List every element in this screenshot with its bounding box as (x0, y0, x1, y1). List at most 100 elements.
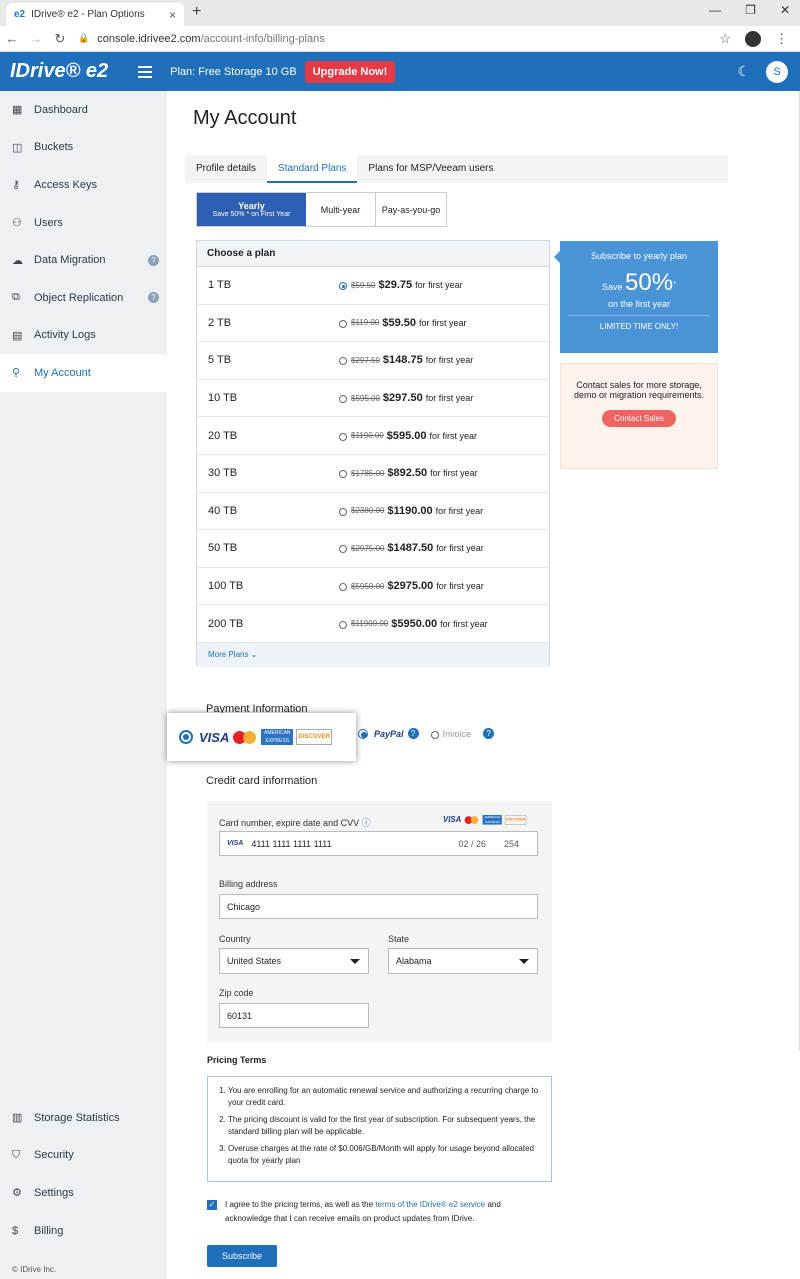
plan-row[interactable]: 50 TB $2975.00 $1487.50 for first year (197, 530, 549, 568)
plan-old-price: $2380.00 (351, 506, 385, 516)
billing-address-label: Billing address (219, 879, 278, 889)
plan-radio[interactable] (339, 357, 347, 366)
plan-row[interactable]: 5 TB $297.50 $148.75 for first year (197, 342, 549, 380)
tab-standard-plans[interactable]: Standard Plans (267, 155, 358, 183)
card-number-field[interactable]: VISA 4111 1111 1111 1111 02 / 26 254 (219, 831, 538, 856)
back-icon[interactable]: ← (0, 31, 24, 46)
new-tab-icon[interactable]: + (192, 3, 201, 21)
plan-radio[interactable] (339, 282, 347, 291)
pricing-term: You are enrolling for an automatic renew… (228, 1085, 541, 1109)
sidebar-item-settings[interactable]: ⚙ Settings (0, 1174, 167, 1212)
sidebar-item-buckets[interactable]: ◫ Buckets (0, 129, 167, 167)
users-icon: ⚇ (12, 217, 22, 230)
subscribe-button[interactable]: Subscribe (207, 1245, 277, 1267)
bookmark-star-icon[interactable]: ☆ (719, 31, 731, 47)
plan-radio[interactable] (339, 319, 347, 328)
plan-radio[interactable] (339, 395, 347, 404)
state-select[interactable]: Alabama (388, 948, 538, 974)
plan-radio[interactable] (339, 583, 347, 592)
invoice-label: Invoice (442, 728, 472, 739)
plan-row[interactable]: 30 TB $1785.00 $892.50 for first year (197, 455, 549, 493)
card-radio-behind[interactable] (358, 728, 368, 739)
main-content: My Account Profile details Standard Plan… (167, 91, 800, 1279)
cvv-value[interactable]: 254 (504, 839, 519, 849)
plan-list: Choose a plan 1 TB $59.50 $29.75 for first … (196, 240, 550, 667)
term-pay-as-you-go[interactable]: Pay-as-you-go (376, 193, 446, 226)
sidebar-item-access-keys[interactable]: ⚷ Access Keys (0, 166, 167, 204)
plan-row[interactable]: 200 TB $11900.00 $5950.00 for first year (197, 605, 549, 643)
billing-address-field[interactable]: Chicago (219, 894, 538, 919)
tab-profile-details[interactable]: Profile details (185, 155, 267, 183)
tab-msp-veeam-plans[interactable]: Plans for MSP/Veeam users (357, 155, 504, 183)
plan-radio[interactable] (339, 507, 347, 516)
upgrade-button[interactable]: Upgrade Now! (304, 60, 396, 83)
sidebar-item-security[interactable]: ⛉ Security (0, 1137, 167, 1175)
plan-row[interactable]: 2 TB $119.00 $59.50 for first year (197, 305, 549, 343)
term-yearly[interactable]: Yearly Save 50% * on First Year (197, 193, 306, 226)
plan-row[interactable]: 40 TB $2380.00 $1190.00 for first year (197, 493, 549, 531)
profile-icon[interactable] (745, 30, 761, 47)
country-select[interactable]: United States (219, 948, 369, 974)
caret-down-icon (519, 959, 529, 964)
plan-row[interactable]: 1 TB $59.50 $29.75 for first year (197, 267, 549, 305)
sidebar-item-label: Dashboard (34, 103, 88, 116)
help-icon[interactable]: ? (148, 254, 159, 266)
help-icon[interactable]: ? (148, 292, 159, 304)
card-payment-option[interactable]: VISA AMERICAN EXPRESS DISCOVER (167, 713, 356, 761)
sidebar-item-billing[interactable]: $ Billing (0, 1212, 167, 1250)
paypal-help-icon[interactable]: ? (407, 728, 419, 739)
sidebar-item-data-migration[interactable]: ☁ Data Migration? (0, 241, 167, 279)
lock-icon: 🔒 (78, 33, 90, 43)
sidebar-item-object-replication[interactable]: ⧉ Object Replication? (0, 279, 167, 317)
sidebar-item-users[interactable]: ⚇ Users (0, 204, 167, 242)
url-host: console.idrivee2.com (97, 32, 201, 45)
sidebar-item-my-account[interactable]: ⚲ My Account (0, 354, 167, 392)
logo[interactable]: IDrive® e2 (10, 60, 108, 83)
contact-sales-button[interactable]: Contact Sales (602, 410, 676, 427)
minimize-icon[interactable]: — (709, 3, 721, 17)
term-multi-year[interactable]: Multi-year (306, 193, 376, 226)
zip-label: Zip code (219, 988, 254, 998)
sidebar-item-activity-logs[interactable]: ▤ Activity Logs (0, 317, 167, 355)
billing-term-toggle: Yearly Save 50% * on First Year Multi-yea… (196, 192, 447, 227)
plan-old-price: $5950.00 (351, 581, 385, 591)
more-plans-link[interactable]: More Plans ⌄ (197, 642, 549, 667)
plan-old-price: $595.00 (351, 393, 380, 403)
menu-dots-icon[interactable]: ⋮ (775, 31, 788, 47)
invoice-radio[interactable] (430, 730, 439, 739)
sidebar-item-label: Users (34, 216, 63, 229)
plan-row[interactable]: 20 TB $1190.00 $595.00 for first year (197, 417, 549, 455)
terms-link[interactable]: terms of the IDrive® e2 service (375, 1200, 485, 1209)
plan-row[interactable]: 10 TB $595.00 $297.50 for first year (197, 380, 549, 418)
browser-tab[interactable]: e2 IDrive® e2 - Plan Options × (6, 3, 184, 26)
card-payment-radio[interactable] (179, 730, 193, 744)
plan-new-price: $148.75 (382, 354, 423, 367)
close-window-icon[interactable]: ✕ (780, 3, 790, 17)
sidebar-item-dashboard[interactable]: ▦ Dashboard (0, 91, 167, 129)
plan-row[interactable]: 100 TB $5950.00 $2975.00 for first year (197, 568, 549, 606)
plan-radio[interactable] (339, 470, 347, 479)
dark-mode-moon-icon[interactable]: ☾ (737, 63, 750, 80)
plan-size: 1 TB (208, 279, 232, 292)
hamburger-menu-icon[interactable] (138, 65, 153, 78)
plan-text: Plan: Free Storage 10 GB (170, 65, 297, 78)
close-tab-icon[interactable]: × (169, 8, 176, 22)
expiry-value[interactable]: 02 / 26 (458, 839, 486, 849)
sidebar-item-storage-statistics[interactable]: ▥ Storage Statistics (0, 1099, 167, 1137)
plan-radio[interactable] (339, 620, 347, 629)
reload-icon[interactable]: ↻ (48, 31, 72, 47)
account-tabs: Profile details Standard Plans Plans for… (185, 155, 728, 183)
plan-size: 20 TB (208, 429, 238, 442)
avatar[interactable]: S (766, 60, 788, 83)
invoice-help-icon[interactable]: ? (483, 728, 495, 739)
promo-line4: LIMITED TIME ONLY! (568, 315, 710, 331)
plan-radio[interactable] (339, 432, 347, 441)
agree-text: I agree to the pricing terms, as well as… (225, 1200, 501, 1223)
agree-checkbox[interactable]: ✓ (207, 1200, 217, 1210)
app-header: IDrive® e2 Plan: Free Storage 10 GB Upgr… (0, 52, 800, 91)
url-field[interactable]: console.idrivee2.com/account-info/billin… (97, 33, 324, 45)
plan-radio[interactable] (339, 545, 347, 554)
restore-icon[interactable]: ❐ (745, 3, 756, 17)
zip-field[interactable]: 60131 (219, 1003, 369, 1028)
forward-icon[interactable]: → (24, 31, 48, 46)
